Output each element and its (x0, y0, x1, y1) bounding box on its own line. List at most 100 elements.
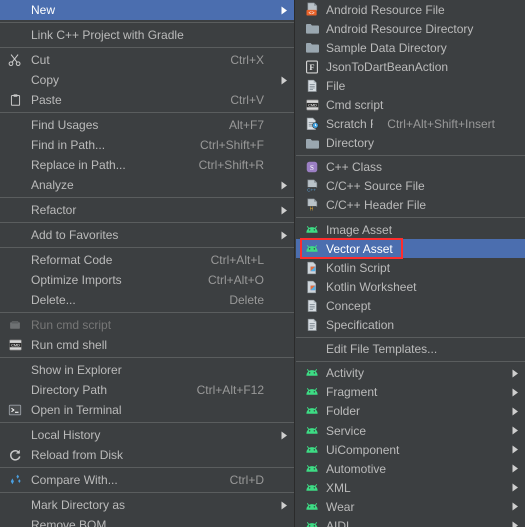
menu-item-xml[interactable]: XML (296, 478, 525, 497)
file-icon (302, 298, 322, 314)
menu-item-label: Directory Path (31, 383, 108, 397)
svg-text:CMD: CMD (308, 104, 317, 108)
menu-item-reload-from-disk[interactable]: Reload from Disk (0, 445, 294, 465)
menu-item-show-in-explorer[interactable]: Show in Explorer (0, 360, 294, 380)
menu-item-label: Open in Terminal (31, 403, 122, 417)
menu-item-aidl[interactable]: AIDL (296, 516, 525, 527)
menu-item-edit-file-templates[interactable]: Edit File Templates... (296, 340, 525, 359)
menu-item-scratch-file[interactable]: Scratch File Ctrl+Alt+Shift+Insert (296, 115, 525, 134)
menu-item-concept[interactable]: Concept (296, 296, 525, 315)
editor-context-menu[interactable]: New Link C++ Project with Gradle Cut Ctrl+X… (0, 0, 295, 527)
menu-item-automotive[interactable]: Automotive (296, 459, 525, 478)
menu-item-cut[interactable]: Cut Ctrl+X (0, 50, 294, 70)
cpp-class-icon: S (302, 159, 322, 175)
android-icon (302, 384, 322, 400)
menu-item-kotlin-script[interactable]: Kotlin Script (296, 258, 525, 277)
menu-item-label: Find in Path... (31, 138, 106, 152)
menu-item-cmd-script[interactable]: CMD Cmd script (296, 95, 525, 114)
json-to-dart-icon: F (302, 59, 322, 75)
cmd-icon: CMD (4, 337, 26, 353)
menu-item-compare-with[interactable]: Compare With... Ctrl+D (0, 470, 294, 490)
menu-item-kotlin-worksheet[interactable]: Kotlin Worksheet (296, 277, 525, 296)
menu-item-link-c-project-with-gradle[interactable]: Link C++ Project with Gradle (0, 25, 294, 45)
menu-item-activity[interactable]: Activity (296, 364, 525, 383)
menu-item-c-c-source-file[interactable]: C++ C/C++ Source File (296, 177, 525, 196)
submenu-arrow-icon (505, 464, 525, 473)
menu-item-run-cmd-shell[interactable]: CMD Run cmd shell (0, 335, 294, 355)
menu-item-optimize-imports[interactable]: Optimize Imports Ctrl+Alt+O (0, 270, 294, 290)
menu-item-remove-bom[interactable]: Remove BOM (0, 515, 294, 527)
menu-item-android-resource-directory[interactable]: Android Resource Directory (296, 19, 525, 38)
submenu-arrow-icon (274, 501, 294, 510)
menu-item-label: UiComponent (326, 442, 400, 457)
menu-item-label: Analyze (31, 178, 74, 192)
menu-item-label: Concept (326, 298, 371, 313)
svg-text:<>: <> (308, 10, 314, 16)
run-script-icon (4, 317, 26, 333)
menu-item-service[interactable]: Service (296, 421, 525, 440)
menu-item-reformat-code[interactable]: Reformat Code Ctrl+Alt+L (0, 250, 294, 270)
menu-item-open-in-terminal[interactable]: Open in Terminal (0, 400, 294, 420)
menu-item-paste[interactable]: Paste Ctrl+V (0, 90, 294, 110)
menu-item-label: Compare With... (31, 473, 118, 487)
menu-separator (296, 154, 525, 156)
menu-item-mark-directory-as[interactable]: Mark Directory as (0, 495, 294, 515)
android-icon (302, 403, 322, 419)
menu-item-sample-data-directory[interactable]: Sample Data Directory (296, 38, 525, 57)
svg-text:S: S (310, 164, 314, 172)
menu-item-directory-path[interactable]: Directory Path Ctrl+Alt+F12 (0, 380, 294, 400)
menu-item-file[interactable]: File (296, 76, 525, 95)
menu-item-fragment[interactable]: Fragment (296, 383, 525, 402)
menu-separator (0, 47, 294, 48)
menu-item-copy[interactable]: Copy (0, 70, 294, 90)
menu-item-c-class[interactable]: S C++ Class (296, 158, 525, 177)
menu-item-folder[interactable]: Folder (296, 402, 525, 421)
menu-item-label: Android Resource File (326, 2, 445, 17)
menu-item-find-usages[interactable]: Find Usages Alt+F7 (0, 115, 294, 135)
menu-item-label: Service (326, 423, 367, 438)
menu-item-label: Directory (326, 136, 375, 151)
svg-text:CMD: CMD (11, 344, 20, 348)
menu-item-label: Cut (31, 53, 50, 67)
menu-item-label: Android Resource Directory (326, 21, 474, 36)
screenshot-root: New Link C++ Project with Gradle Cut Ctrl+X… (0, 0, 525, 527)
menu-separator (0, 422, 294, 423)
menu-item-analyze[interactable]: Analyze (0, 175, 294, 195)
menu-item-label: C++ Class (326, 160, 383, 175)
new-submenu[interactable]: <> Android Resource File Android Resource … (296, 0, 525, 527)
menu-item-find-in-path[interactable]: Find in Path... Ctrl+Shift+F (0, 135, 294, 155)
menu-item-android-resource-file[interactable]: <> Android Resource File (296, 0, 525, 19)
menu-item-local-history[interactable]: Local History (0, 425, 294, 445)
scratch-file-icon (302, 116, 322, 132)
android-icon (302, 241, 322, 257)
menu-item-icon-placeholder (4, 227, 26, 243)
menu-item-c-c-header-file[interactable]: H C/C++ Header File (296, 196, 525, 215)
menu-item-replace-in-path[interactable]: Replace in Path... Ctrl+Shift+R (0, 155, 294, 175)
menu-item-new[interactable]: New (0, 0, 294, 20)
menu-item-add-to-favorites[interactable]: Add to Favorites (0, 225, 294, 245)
menu-item-icon-placeholder (4, 272, 26, 288)
menu-item-label: Remove BOM (31, 518, 107, 527)
menu-item-refactor[interactable]: Refactor (0, 200, 294, 220)
menu-item-label: Link C++ Project with Gradle (31, 28, 184, 42)
menu-item-label: Kotlin Script (326, 260, 391, 275)
menu-item-label: Specification (326, 318, 395, 333)
menu-separator (0, 467, 294, 468)
menu-item-label: Fragment (326, 385, 378, 400)
submenu-arrow-icon (274, 181, 294, 190)
menu-item-shortcut: Delete (229, 293, 264, 307)
menu-item-jsontodartbeanaction[interactable]: F JsonToDartBeanAction (296, 57, 525, 76)
menu-item-icon-placeholder (4, 382, 26, 398)
submenu-arrow-icon (505, 407, 525, 416)
menu-item-uicomponent[interactable]: UiComponent (296, 440, 525, 459)
menu-item-label: JsonToDartBeanAction (326, 59, 449, 74)
menu-item-label: Edit File Templates... (326, 342, 438, 357)
menu-item-shortcut: Ctrl+Alt+L (210, 253, 264, 267)
menu-item-vector-asset[interactable]: Vector Asset (296, 239, 525, 259)
menu-item-wear[interactable]: Wear (296, 497, 525, 516)
cmd-icon: CMD (302, 97, 322, 113)
menu-item-delete[interactable]: Delete... Delete (0, 290, 294, 310)
menu-item-directory[interactable]: Directory (296, 134, 525, 153)
menu-item-specification[interactable]: Specification (296, 316, 525, 335)
menu-item-image-asset[interactable]: Image Asset (296, 220, 525, 239)
